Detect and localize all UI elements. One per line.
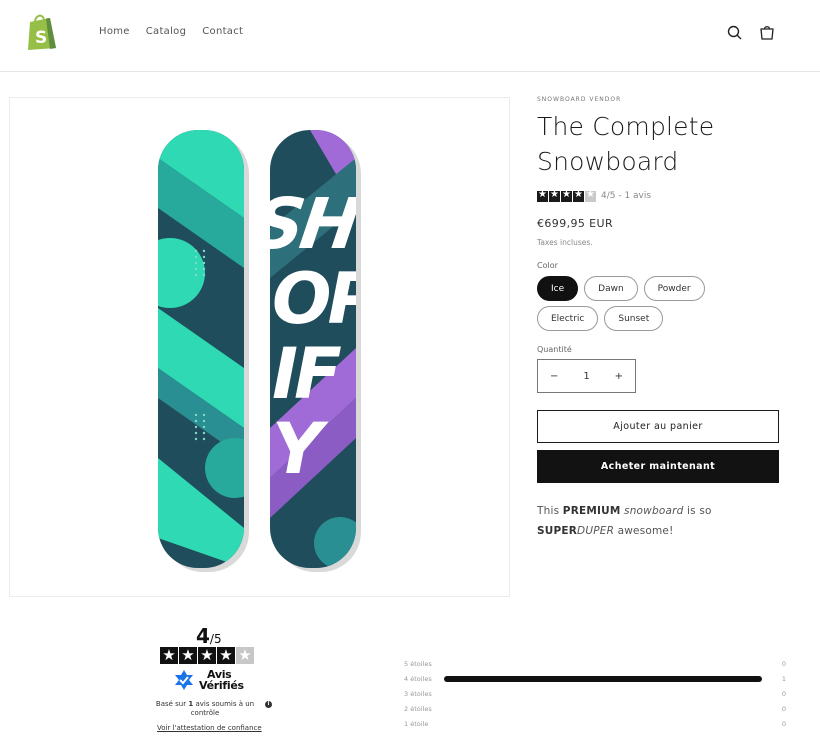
product-title: The Complete Snowboard [537,112,715,176]
info-icon[interactable]: i [265,701,272,708]
star-icon [573,189,584,202]
quantity-input[interactable]: 1 [583,371,589,382]
snowboard-illustration: SH OP IF Y [158,130,379,572]
svg-text:SH: SH [249,183,365,265]
nav-catalog-link[interactable]: Catalog [146,26,187,37]
description-italic: snowboard [624,505,684,517]
svg-text:IF: IF [272,333,341,415]
quantity-stepper: − 1 + [537,359,636,393]
star-icon [160,646,178,664]
product-description: This PREMIUM snowboard is so SUPERDUPER … [537,501,782,541]
color-pill-dawn[interactable]: Dawn [584,276,638,301]
product-vendor: SNOWBOARD VENDOR [537,96,622,103]
quantity-increase-button[interactable]: + [615,371,623,382]
review-score: 4/5 [196,624,222,648]
distribution-label: 5 étoiles [404,659,432,668]
distribution-bar-fill [444,675,762,682]
color-pill-electric[interactable]: Electric [537,306,599,331]
distribution-count: 0 [781,719,786,728]
product-rating[interactable]: 4/5 - 1 avis [537,189,782,203]
based-on-text: Basé sur 1 avis soumis à un contrôle [150,700,260,718]
review-stars [160,646,254,664]
star-empty-icon [236,646,254,664]
svg-text:S: S [35,28,47,48]
star-icon [537,189,548,202]
description-text: is so [683,505,712,517]
based-post: avis soumis à un contrôle [190,700,255,717]
description-bold: PREMIUM [562,505,621,517]
description-bold: SUPER [537,525,578,537]
star-icon [549,189,560,202]
distribution-row: 5 étoiles 0 [404,656,788,671]
star-icon [179,646,197,664]
description-text: This [537,505,563,517]
distribution-bar [444,721,762,727]
quantity-decrease-button[interactable]: − [550,371,558,382]
distribution-bar [444,675,762,682]
avis-verifies-text: Avis Vérifiés [199,669,244,691]
product-price: €699,95 EUR [537,217,614,230]
distribution-count: 0 [781,689,786,698]
avis-verifies-logo: Avis Vérifiés [173,669,244,691]
main-nav: Home Catalog Contact [99,26,243,37]
distribution-bar [444,706,762,712]
color-pill-powder[interactable]: Powder [643,276,705,301]
description-italic: DUPER [577,525,615,537]
distribution-row: 3 étoiles 0 [404,686,788,701]
distribution-label: 1 étoile [404,719,429,728]
distribution-label: 2 étoiles [404,704,432,713]
product-info: SNOWBOARD VENDOR The Complete Snowboard … [537,96,782,541]
color-pill-ice[interactable]: Ice [537,276,579,301]
cart-icon[interactable] [758,24,776,42]
svg-text:OP: OP [272,258,379,340]
distribution-count: 0 [781,659,786,668]
distribution-row: 4 étoiles 1 [404,671,788,686]
attestation-link[interactable]: Voir l'attestation de confiance [157,724,262,732]
shopify-logo-icon[interactable]: S [24,12,60,52]
score-value: 4 [196,624,210,648]
color-options: Ice Dawn Powder Electric Sunset [537,276,747,331]
distribution-count: 1 [781,674,786,683]
distribution-row: 2 étoiles 0 [404,701,788,716]
nav-home-link[interactable]: Home [99,26,130,37]
add-to-cart-button[interactable]: Ajouter au panier [537,410,779,443]
distribution-row: 1 étoile 0 [404,716,788,731]
distribution-bar [444,661,762,667]
site-header: S Home Catalog Contact [0,0,820,72]
star-icon [561,189,572,202]
star-empty-icon [585,189,596,202]
color-option-label: Color [537,261,558,270]
distribution-label: 3 étoiles [404,689,432,698]
score-max: /5 [209,632,222,646]
star-icon [198,646,216,664]
star-icon [217,646,235,664]
distribution-bar [444,691,762,697]
based-pre: Basé sur [155,700,189,708]
quantity-label: Quantité [537,345,572,354]
distribution-count: 0 [781,704,786,713]
distribution-label: 4 étoiles [404,674,432,683]
avis-verifies-icon [175,670,193,690]
rating-stars [537,189,596,202]
search-icon[interactable] [726,24,744,42]
product-image[interactable]: SH OP IF Y [9,97,510,597]
brand-line-2: Vérifiés [199,679,244,692]
tax-note: Taxes incluses. [537,238,593,247]
buy-now-button[interactable]: Acheter maintenant [537,450,779,483]
color-pill-sunset[interactable]: Sunset [604,306,664,331]
rating-summary[interactable]: 4/5 - 1 avis [601,191,651,201]
rating-distribution: 5 étoiles 0 4 étoiles 1 3 étoiles 0 2 ét… [404,656,788,731]
nav-contact-link[interactable]: Contact [202,26,243,37]
description-text: awesome! [614,525,674,537]
